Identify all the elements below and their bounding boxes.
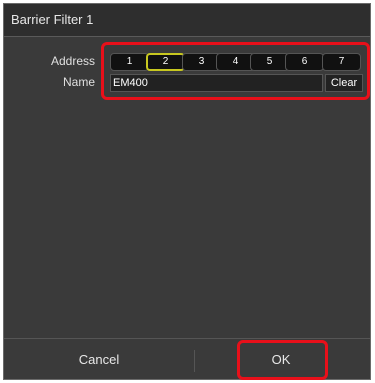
- footer-separator: [4, 338, 370, 339]
- cancel-button[interactable]: Cancel: [4, 340, 194, 380]
- ok-button[interactable]: OK: [236, 340, 326, 380]
- address-button-5[interactable]: 5: [250, 53, 289, 71]
- barrier-filter-dialog: Barrier Filter 1 Address 1 2 3 4 5 6 7 N…: [3, 3, 371, 380]
- address-label: Address: [50, 54, 95, 68]
- address-button-1[interactable]: 1: [110, 53, 149, 71]
- address-button-6[interactable]: 6: [285, 53, 324, 71]
- clear-button[interactable]: Clear: [325, 74, 363, 92]
- address-button-2[interactable]: 2: [146, 53, 185, 71]
- footer-divider: [194, 350, 195, 372]
- address-button-7[interactable]: 7: [322, 53, 361, 71]
- name-label: Name: [62, 75, 95, 89]
- dialog-title: Barrier Filter 1: [11, 12, 94, 27]
- dialog-titlebar: Barrier Filter 1: [4, 4, 370, 37]
- name-input[interactable]: EM400: [110, 74, 323, 92]
